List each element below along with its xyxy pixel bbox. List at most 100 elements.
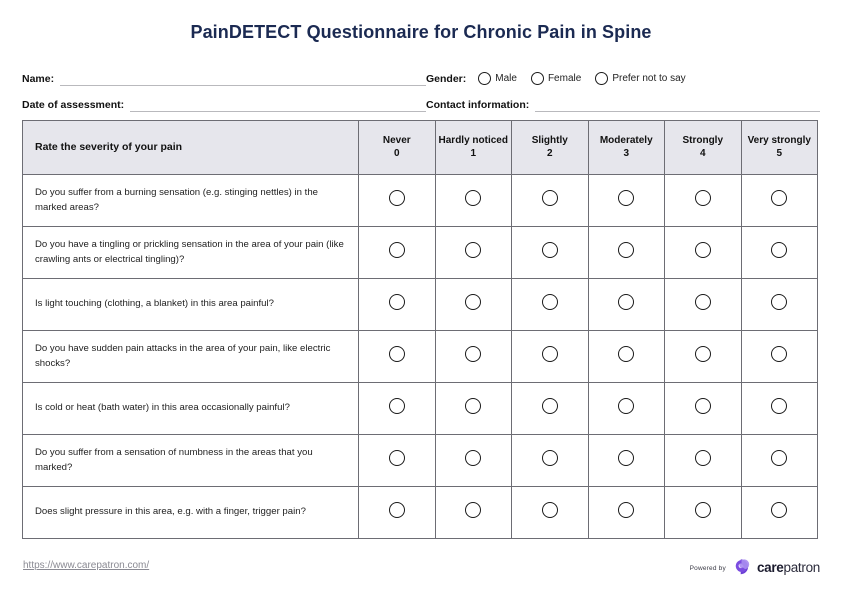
answer-cell-slightly[interactable] (511, 330, 589, 383)
radio-icon[interactable] (541, 346, 558, 362)
radio-icon[interactable] (694, 294, 711, 310)
radio-icon[interactable] (541, 242, 558, 258)
answer-cell-hardly-noticed[interactable] (434, 226, 512, 279)
answer-cell-slightly[interactable] (511, 434, 589, 487)
radio-icon[interactable] (541, 502, 558, 518)
question-text: Do you have a tingling or prickling sens… (22, 226, 359, 279)
answer-cell-very-strongly[interactable] (740, 330, 818, 383)
radio-icon[interactable] (541, 190, 558, 206)
answer-cell-very-strongly[interactable] (740, 434, 818, 487)
radio-icon[interactable] (388, 242, 405, 258)
scale-label: Slightly (531, 135, 568, 147)
answer-cell-strongly[interactable] (664, 226, 742, 279)
gender-option-female[interactable]: Female (530, 72, 581, 85)
radio-icon[interactable] (595, 72, 609, 85)
answer-cell-slightly[interactable] (511, 486, 589, 539)
answer-cell-hardly-noticed[interactable] (434, 278, 512, 331)
radio-icon[interactable] (465, 398, 482, 414)
answer-cell-moderately[interactable] (587, 434, 665, 487)
answer-cell-never[interactable] (358, 174, 436, 227)
gender-option-male[interactable]: Male (478, 72, 517, 85)
answer-cell-hardly-noticed[interactable] (434, 382, 512, 435)
answer-cell-moderately[interactable] (587, 278, 665, 331)
answer-cell-strongly[interactable] (664, 278, 742, 331)
radio-icon[interactable] (618, 450, 635, 466)
answer-cell-moderately[interactable] (587, 486, 665, 539)
radio-icon[interactable] (388, 502, 405, 518)
radio-icon[interactable] (478, 72, 492, 85)
answer-cell-moderately[interactable] (587, 382, 665, 435)
radio-icon[interactable] (618, 242, 635, 258)
answer-cell-never[interactable] (358, 486, 436, 539)
answer-cell-strongly[interactable] (664, 486, 742, 539)
answer-cell-hardly-noticed[interactable] (434, 486, 512, 539)
radio-icon[interactable] (694, 450, 711, 466)
radio-icon[interactable] (388, 190, 405, 206)
answer-cell-slightly[interactable] (511, 226, 589, 279)
radio-icon[interactable] (465, 190, 482, 206)
radio-icon[interactable] (771, 242, 788, 258)
answer-cell-strongly[interactable] (664, 382, 742, 435)
name-input[interactable] (60, 71, 426, 86)
answer-cell-very-strongly[interactable] (740, 226, 818, 279)
radio-icon[interactable] (388, 346, 405, 362)
radio-icon[interactable] (465, 450, 482, 466)
radio-icon[interactable] (388, 294, 405, 310)
table-row: Do you have sudden pain attacks in the a… (22, 330, 818, 383)
radio-icon[interactable] (465, 502, 482, 518)
date-of-assessment-input[interactable] (130, 97, 426, 112)
radio-icon[interactable] (771, 346, 788, 362)
radio-icon[interactable] (388, 450, 405, 466)
contact-information-input[interactable] (535, 97, 820, 112)
name-field-group: Name: (22, 71, 426, 86)
answer-cell-very-strongly[interactable] (740, 382, 818, 435)
answer-cell-strongly[interactable] (664, 330, 742, 383)
radio-icon[interactable] (694, 242, 711, 258)
answer-cell-never[interactable] (358, 382, 436, 435)
radio-icon[interactable] (541, 398, 558, 414)
radio-icon[interactable] (694, 346, 711, 362)
radio-icon[interactable] (465, 242, 482, 258)
answer-cell-moderately[interactable] (587, 226, 665, 279)
gender-option-prefer-not-to-say[interactable]: Prefer not to say (595, 72, 686, 85)
answer-cell-moderately[interactable] (587, 174, 665, 227)
radio-icon[interactable] (618, 398, 635, 414)
answer-cell-never[interactable] (358, 278, 436, 331)
questionnaire-page: PainDETECT Questionnaire for Chronic Pai… (0, 0, 842, 595)
answer-cell-slightly[interactable] (511, 174, 589, 227)
answer-cell-hardly-noticed[interactable] (434, 330, 512, 383)
answer-cell-never[interactable] (358, 434, 436, 487)
radio-icon[interactable] (541, 450, 558, 466)
answer-cell-hardly-noticed[interactable] (434, 434, 512, 487)
answer-cell-very-strongly[interactable] (740, 278, 818, 331)
carepatron-url-link[interactable]: https://www.carepatron.com/ (23, 560, 149, 571)
answer-cell-never[interactable] (358, 330, 436, 383)
radio-icon[interactable] (771, 294, 788, 310)
answer-cell-slightly[interactable] (511, 382, 589, 435)
radio-icon[interactable] (465, 294, 482, 310)
radio-icon[interactable] (465, 346, 482, 362)
radio-icon[interactable] (771, 398, 788, 414)
radio-icon[interactable] (771, 190, 788, 206)
radio-icon[interactable] (541, 294, 558, 310)
answer-cell-slightly[interactable] (511, 278, 589, 331)
radio-icon[interactable] (618, 294, 635, 310)
radio-icon[interactable] (618, 346, 635, 362)
radio-icon[interactable] (771, 450, 788, 466)
radio-icon[interactable] (388, 398, 405, 414)
gender-field-group: Gender: Male Female Prefer not to say (426, 72, 820, 86)
radio-icon[interactable] (618, 190, 635, 206)
radio-icon[interactable] (771, 502, 788, 518)
answer-cell-strongly[interactable] (664, 434, 742, 487)
answer-cell-never[interactable] (358, 226, 436, 279)
radio-icon[interactable] (618, 502, 635, 518)
answer-cell-very-strongly[interactable] (740, 486, 818, 539)
answer-cell-moderately[interactable] (587, 330, 665, 383)
radio-icon[interactable] (694, 190, 711, 206)
answer-cell-hardly-noticed[interactable] (434, 174, 512, 227)
radio-icon[interactable] (530, 72, 544, 85)
answer-cell-very-strongly[interactable] (740, 174, 818, 227)
answer-cell-strongly[interactable] (664, 174, 742, 227)
radio-icon[interactable] (694, 502, 711, 518)
radio-icon[interactable] (694, 398, 711, 414)
